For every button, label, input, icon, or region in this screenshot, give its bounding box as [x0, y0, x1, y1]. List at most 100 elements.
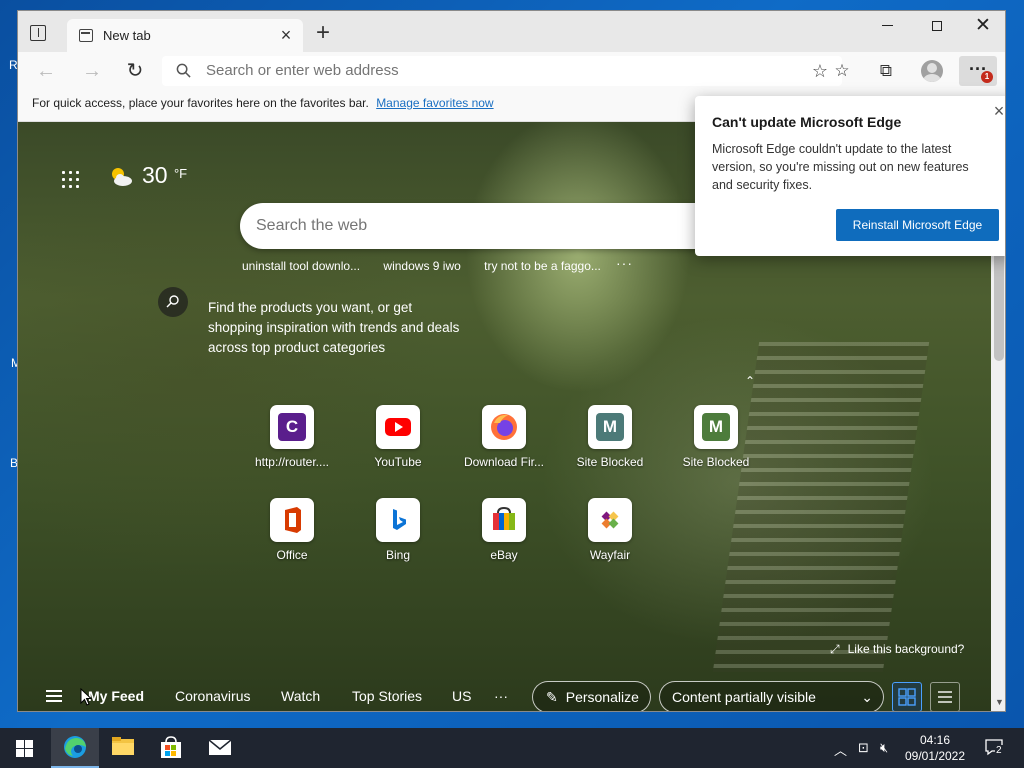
popup-close-icon[interactable]: × [991, 102, 1005, 120]
grid-view-icon[interactable] [892, 682, 922, 711]
quick-link-tile[interactable]: Bing [353, 498, 443, 562]
system-clock[interactable]: 04:16 09/01/2022 [900, 732, 970, 764]
tile-label: Site Blocked [682, 455, 750, 469]
notification-center-icon[interactable]: 2 [984, 738, 1004, 756]
new-tab-plus-icon[interactable]: + [312, 21, 334, 45]
app-launcher-grid-icon[interactable] [62, 171, 80, 189]
quick-link-tile[interactable]: M Site Blocked [565, 405, 655, 469]
feed-navigation-bar: My Feed Coronavirus Watch Top Stories US… [18, 678, 991, 711]
edge-window: New tab × + ✕ ← → ↻ ☆ ☆ ⧉ ··· 1 For quic… [17, 10, 1006, 712]
router-c-icon: C [278, 413, 306, 441]
close-window-button[interactable]: ✕ [960, 11, 1005, 41]
settings-and-more-icon[interactable]: ··· [959, 56, 997, 86]
tile-label: Site Blocked [576, 455, 644, 469]
feed-tab-top-stories[interactable]: Top Stories [352, 688, 422, 704]
quick-link-tile[interactable]: eBay [459, 498, 549, 562]
minimize-button[interactable] [864, 11, 910, 41]
tile-label: Download Fir... [463, 455, 545, 469]
feed-tab-watch[interactable]: Watch [281, 688, 320, 704]
pencil-icon: ✎ [546, 689, 558, 705]
update-error-popup: Can't update Microsoft Edge × Microsoft … [695, 96, 1005, 256]
personalize-button[interactable]: ✎ Personalize [532, 681, 651, 711]
background-stairs [712, 342, 930, 672]
quick-link-tile[interactable]: Download Fir... [459, 405, 549, 469]
network-icon[interactable]: ⊡ [858, 740, 869, 756]
ebay-icon [493, 506, 515, 530]
maximize-button[interactable] [914, 11, 960, 41]
quick-link-tile[interactable]: Wayfair [565, 498, 655, 562]
clock-date: 09/01/2022 [904, 749, 966, 763]
title-bar: New tab × + ✕ [18, 11, 1005, 52]
address-input[interactable] [206, 56, 746, 86]
bing-icon [393, 509, 406, 530]
taskbar-mail-icon[interactable] [195, 728, 243, 768]
promo-search-icon[interactable] [158, 287, 188, 317]
quick-link-tile[interactable]: C http://router.... [247, 405, 337, 469]
favorites-icon[interactable]: ☆ [826, 57, 858, 85]
firefox-icon [491, 414, 517, 440]
taskbar-store-icon[interactable] [147, 728, 195, 768]
weather-unit: °F [173, 166, 188, 181]
suggestion-item[interactable]: uninstall tool downlo... [242, 259, 360, 273]
weather-temperature: 30 [142, 162, 168, 188]
partly-cloudy-icon [112, 168, 132, 186]
search-icon [176, 63, 191, 78]
tab-actions-icon[interactable] [30, 25, 46, 41]
navigation-toolbar: ← → ↻ ☆ ☆ ⧉ ··· 1 [18, 52, 1005, 90]
volume-muted-icon[interactable]: 🔇︎ [880, 740, 888, 756]
tile-label: Wayfair [589, 548, 631, 562]
tile-label: Bing [385, 548, 411, 562]
content-visibility-dropdown[interactable]: Content partially visible ⌄ [659, 681, 884, 711]
suggestion-item[interactable]: windows 9 iwo [383, 259, 460, 273]
suggestions-more-icon[interactable]: ··· [616, 255, 633, 271]
web-search-input[interactable] [256, 203, 676, 249]
tab-new-tab[interactable]: New tab × [67, 19, 303, 52]
new-tab-favicon-icon [79, 29, 93, 42]
popup-body: Microsoft Edge couldn't update to the la… [712, 142, 969, 192]
list-view-icon[interactable] [930, 682, 960, 711]
office-icon [285, 507, 301, 533]
wayfair-icon [601, 511, 619, 529]
profile-avatar[interactable] [921, 60, 943, 82]
close-tab-icon[interactable]: × [277, 26, 295, 44]
reinstall-edge-button[interactable]: Reinstall Microsoft Edge [836, 209, 999, 241]
windows-start-icon[interactable] [16, 740, 33, 757]
forward-arrow-icon[interactable]: → [78, 58, 106, 84]
site-blocked-m-icon: M [702, 413, 730, 441]
feed-tab-us[interactable]: US [452, 688, 471, 704]
tile-label: YouTube [374, 455, 422, 469]
notification-count: 2 [995, 745, 1003, 756]
scroll-down-arrow-icon[interactable]: ▼ [995, 697, 1004, 707]
like-background-text: Like this background? [847, 642, 965, 656]
hamburger-menu-icon[interactable] [46, 690, 62, 702]
popup-title: Can't update Microsoft Edge [712, 114, 902, 130]
back-arrow-icon[interactable]: ← [32, 58, 60, 84]
minimize-icon [881, 25, 893, 27]
tile-label: http://router.... [254, 455, 330, 469]
mouse-cursor-icon [80, 688, 92, 706]
refresh-icon[interactable]: ↻ [121, 58, 149, 84]
shopping-promo-text[interactable]: Find the products you want, or get shopp… [208, 298, 468, 358]
favorites-bar-text: For quick access, place your favorites h… [32, 96, 369, 110]
quick-link-tile[interactable]: YouTube [353, 405, 443, 469]
collapse-chevron-icon[interactable]: ⌃ [745, 374, 755, 388]
feed-more-icon[interactable]: ··· [494, 688, 508, 704]
quick-link-tile[interactable]: Office [247, 498, 337, 562]
suggestion-item[interactable]: try not to be a faggo... [484, 259, 601, 273]
feed-tab-coronavirus[interactable]: Coronavirus [175, 688, 250, 704]
web-search-box[interactable] [240, 203, 760, 249]
personalize-label: Personalize [565, 689, 639, 705]
taskbar-edge-icon[interactable] [51, 728, 99, 768]
like-background-link[interactable]: ⤢ Like this background? [830, 642, 964, 657]
quick-link-tile[interactable]: M Site Blocked [671, 405, 761, 469]
taskbar-file-explorer-icon[interactable] [99, 728, 147, 768]
expand-arrows-icon: ⤢ [830, 642, 840, 656]
tab-title: New tab [103, 28, 151, 43]
feed-tab-my-feed[interactable]: My Feed [88, 688, 144, 704]
manage-favorites-link[interactable]: Manage favorites now [376, 96, 493, 110]
search-suggestions: uninstall tool downlo... windows 9 iwo t… [242, 259, 621, 273]
address-bar[interactable]: ☆ [162, 56, 842, 86]
site-blocked-m-icon: M [596, 413, 624, 441]
tray-expand-chevron-icon[interactable]: ︿ [834, 740, 847, 759]
collections-icon[interactable]: ⧉ [870, 57, 902, 85]
